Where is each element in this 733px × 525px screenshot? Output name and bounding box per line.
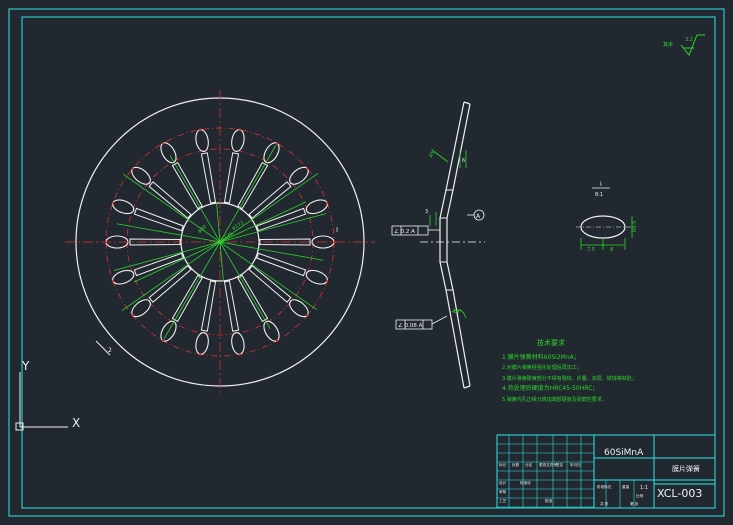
title-block-label: 批准 bbox=[545, 498, 553, 503]
title-block-label: 签名 bbox=[556, 462, 564, 467]
part-name-text: 膜片弹簧 bbox=[672, 464, 700, 473]
detail-dim-8: 8 bbox=[610, 247, 613, 253]
tech-req-5: 5.弹簧内孔边缘分离指端部硬度及耐磨性要求。 bbox=[502, 396, 607, 403]
title-block-label: 分区 bbox=[525, 462, 533, 467]
flatness-box-bottom: ∠ 0.08 A bbox=[398, 322, 423, 329]
tech-req-1: 1.膜片弹簧材料60Si2MnA； bbox=[502, 353, 580, 361]
title-block-label: 阶段标记 bbox=[597, 484, 612, 489]
title-block-label: 标准化 bbox=[520, 480, 531, 485]
dim-phi126: φ126 bbox=[220, 231, 234, 243]
tech-req-2: 2.对膜片弹簧经强化处理后再加工； bbox=[502, 364, 582, 371]
side-dim-45: 45° bbox=[428, 148, 437, 159]
cad-drawing-canvas[interactable]: 其余 3.2 φ80 φ126 φ172 2 I 3 6 45° 14° ∠ 0… bbox=[0, 0, 733, 525]
tech-req-3: 3.膜片弹簧碟簧部分不得有裂纹、折叠、夹层、锈蚀等缺陷； bbox=[502, 375, 637, 382]
ucs-y-label: Y bbox=[21, 359, 30, 373]
front-view: φ80 φ126 φ172 2 I bbox=[65, 90, 375, 395]
title-block-label: 第 张 bbox=[630, 501, 639, 506]
title-block-label: 标记 bbox=[499, 462, 507, 467]
title-block-label: 更改文件号 bbox=[539, 462, 557, 467]
title-block-label: 设计 bbox=[499, 480, 507, 485]
roughness-value: 3.2 bbox=[685, 37, 693, 43]
title-block-label: 共 张 bbox=[600, 501, 609, 506]
material-text: 60SiMnA bbox=[604, 448, 644, 458]
title-block-label: 处数 bbox=[512, 462, 520, 467]
detail-title-bottom: 8:1 bbox=[595, 192, 603, 198]
title-block-label: 重量 bbox=[622, 484, 630, 489]
title-block-label: 年月日 bbox=[570, 462, 581, 467]
detail-dim-7-5: 7.5 bbox=[587, 247, 595, 253]
section-mark: I bbox=[336, 226, 338, 234]
finger-slot bbox=[256, 252, 329, 285]
side-dim-3: 3 bbox=[425, 209, 428, 215]
finger-slot bbox=[223, 280, 245, 356]
dim-phi80: φ80 bbox=[197, 224, 208, 234]
title-block-label: 工艺 bbox=[499, 498, 507, 503]
side-dim-6: 6 bbox=[462, 158, 465, 164]
technical-requirements: 技术要求 1.膜片弹簧材料60Si2MnA； 2.对膜片弹簧经强化处理后再加工；… bbox=[502, 338, 637, 403]
ucs-x-label: X bbox=[72, 416, 80, 430]
title-block-label: 审核 bbox=[499, 489, 507, 494]
roughness-label: 其余 bbox=[663, 41, 673, 48]
finger-slot bbox=[223, 128, 245, 204]
title-block-label: 比例 bbox=[636, 493, 644, 498]
datum-label: A bbox=[476, 213, 481, 220]
roughness-symbol: 其余 3.2 bbox=[663, 34, 705, 56]
finger-slot bbox=[195, 128, 217, 204]
drawing-number-text: XCL-003 bbox=[657, 487, 702, 500]
scale-text: 1:1 bbox=[640, 485, 648, 491]
side-view: 3 6 45° 14° ∠ 0.2 A ∠ 0.08 A A bbox=[391, 101, 485, 389]
dim-phi172: φ172 bbox=[231, 220, 245, 232]
detail-title-top: I bbox=[600, 181, 602, 188]
tech-req-4: 4.热处理后硬度为HRC45-50HRC； bbox=[502, 384, 598, 392]
title-block: 60SiMnA 膜片弹簧 XCL-003 1:1 标记 处数 分区 更改文件号 签名 年月… bbox=[496, 434, 716, 509]
side-dim-14: 14° bbox=[453, 309, 462, 315]
finger-slot bbox=[111, 199, 184, 232]
tech-title: 技术要求 bbox=[537, 338, 565, 347]
outer-frame bbox=[8, 8, 725, 517]
finger-slot bbox=[195, 280, 217, 356]
detail-section: I 8:1 7.5 8 R0.5 bbox=[576, 181, 638, 253]
ucs-icon: Y X bbox=[15, 359, 80, 431]
inner-frame bbox=[21, 16, 716, 509]
detail-dim-r: R0.5 bbox=[632, 221, 638, 232]
flatness-box-top: ∠ 0.2 A bbox=[394, 228, 415, 235]
